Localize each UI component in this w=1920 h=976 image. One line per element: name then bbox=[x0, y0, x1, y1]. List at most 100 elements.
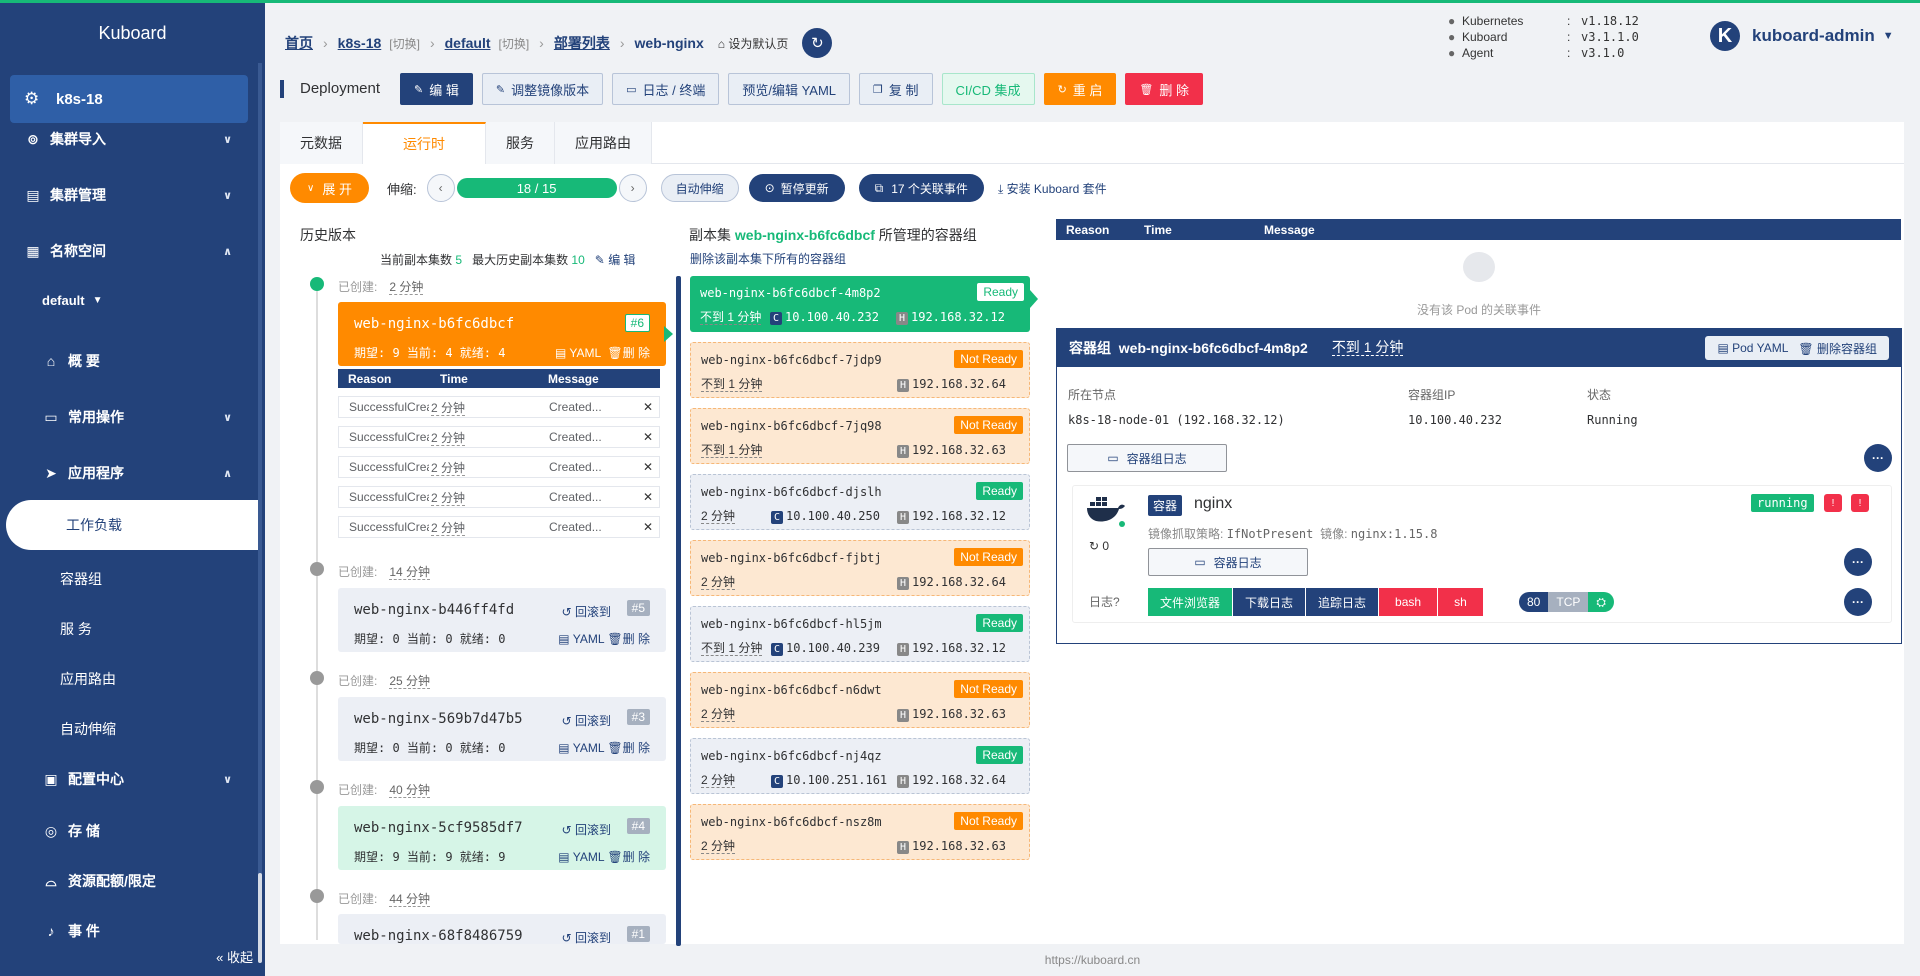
replicaset-card[interactable]: web-nginx-b6fc6dbcf #6 期望: 9 当前: 4 就绪: 4… bbox=[338, 302, 666, 366]
logs-terminal-button[interactable]: ▭ 日志 / 终端 bbox=[612, 73, 720, 105]
namespace-selector[interactable]: default ▼ bbox=[0, 285, 260, 315]
container-logs-button[interactable]: ▭ 容器日志 bbox=[1148, 548, 1308, 576]
install-suite-link[interactable]: ⤓ 安装 Kuboard 套件 bbox=[998, 180, 1107, 197]
sh-button[interactable]: sh bbox=[1437, 588, 1483, 616]
sidebar-item-applications[interactable]: ➤ 应用程序 ∧ bbox=[0, 451, 260, 495]
rollback-link[interactable]: ↺ 回滚到 bbox=[562, 712, 611, 729]
footer-link[interactable]: https://kuboard.cn bbox=[265, 944, 1920, 976]
switch-cluster-link[interactable]: [切换] bbox=[389, 35, 420, 52]
expand-button[interactable]: ∨ 展 开 bbox=[290, 173, 369, 203]
rollback-link[interactable]: ↺ 回滚到 bbox=[562, 603, 611, 620]
sidebar-item-storage[interactable]: ◎ 存 储 bbox=[0, 809, 260, 853]
sidebar-item-workloads[interactable]: 工作负载 bbox=[6, 500, 259, 550]
sidebar-scrollbar[interactable] bbox=[258, 63, 262, 963]
scale-up-button[interactable]: › bbox=[618, 174, 647, 202]
autoscale-button[interactable]: 自动伸缩 bbox=[660, 174, 739, 202]
pod-card[interactable]: web-nginx-b6fc6dbcf-fjbtj Not Ready 2 分钟 H 1… bbox=[690, 540, 1030, 596]
replicaset-card[interactable]: web-nginx-569b7d47b5 ↺ 回滚到 #3 期望: 0 当前: … bbox=[338, 697, 666, 761]
close-icon[interactable]: ✕ bbox=[639, 400, 657, 414]
close-icon[interactable]: ✕ bbox=[639, 430, 657, 444]
more-button[interactable]: ··· bbox=[1864, 444, 1892, 472]
yaml-link[interactable]: ▤ YAML bbox=[558, 850, 604, 864]
pod-logs-button[interactable]: ▭ 容器组日志 bbox=[1067, 444, 1227, 472]
sidebar-item-common-ops[interactable]: ▭ 常用操作 ∨ bbox=[0, 395, 260, 439]
yaml-link[interactable]: ▤ YAML bbox=[558, 741, 604, 755]
host-ip-value: 192.168.32.63 bbox=[912, 707, 1006, 721]
delete-all-pods-link[interactable]: 删除该副本集下所有的容器组 bbox=[690, 250, 846, 267]
pause-update-button[interactable]: ⊙ 暂停更新 bbox=[748, 174, 845, 202]
sidebar-item-ingress[interactable]: 应用路由 bbox=[0, 659, 260, 699]
tab-runtime[interactable]: 运行时 bbox=[363, 122, 486, 164]
sidebar-item-autoscale[interactable]: 自动伸缩 bbox=[0, 709, 260, 749]
delete-link[interactable]: 🗑删 除 bbox=[607, 850, 650, 864]
yaml-link[interactable]: ▤ YAML bbox=[558, 632, 604, 646]
adjust-image-button[interactable]: ✎ 调整镜像版本 bbox=[481, 73, 604, 105]
alert-icon[interactable]: ! bbox=[1851, 494, 1869, 512]
sidebar-item-cluster-import[interactable]: ⊚ 集群导入 ∨ bbox=[0, 117, 260, 161]
pod-age: 不到 1 分钟 bbox=[1331, 339, 1404, 356]
switch-namespace-link[interactable]: [切换] bbox=[499, 35, 530, 52]
breadcrumb-cluster[interactable]: k8s-18 bbox=[338, 35, 382, 51]
user-menu[interactable]: Kkuboard-admin ▼ bbox=[1710, 21, 1894, 51]
alert-icon[interactable]: ! bbox=[1824, 494, 1842, 512]
copy-button[interactable]: ❐ 复 制 bbox=[859, 73, 933, 105]
pod-card[interactable]: web-nginx-b6fc6dbcf-nsz8m Not Ready 2 分钟 H 1… bbox=[690, 804, 1030, 860]
delete-pod-button[interactable]: 🗑 删除容器组 bbox=[1798, 340, 1877, 357]
collapse-button[interactable]: « 收起 bbox=[216, 947, 253, 966]
set-default-page[interactable]: ⌂ 设为默认页 bbox=[718, 35, 789, 52]
replicaset-card[interactable]: web-nginx-b446ff4fd ↺ 回滚到 #5 期望: 0 当前: 0… bbox=[338, 588, 666, 652]
related-events-button[interactable]: ⧉ 17 个关联事件 bbox=[858, 174, 984, 202]
replicaset-card[interactable]: web-nginx-5cf9585df7 ↺ 回滚到 #4 期望: 9 当前: … bbox=[338, 806, 666, 870]
more-button[interactable]: ··· bbox=[1844, 588, 1872, 616]
pod-card[interactable]: web-nginx-b6fc6dbcf-djslh Ready 2 分钟 C 10.10… bbox=[690, 474, 1030, 530]
sidebar-item-services[interactable]: 服 务 bbox=[0, 609, 260, 649]
sidebar-item-pods[interactable]: 容器组 bbox=[0, 559, 260, 599]
sidebar-item-overview[interactable]: ⌂ 概 要 bbox=[0, 339, 260, 383]
pod-card[interactable]: web-nginx-b6fc6dbcf-7jdp9 Not Ready 不到 1 分… bbox=[690, 342, 1030, 398]
pod-card[interactable]: web-nginx-b6fc6dbcf-nj4qz Ready 2 分钟 C 10.10… bbox=[690, 738, 1030, 794]
tab-metadata[interactable]: 元数据 bbox=[280, 122, 363, 164]
more-button[interactable]: ··· bbox=[1844, 548, 1872, 576]
sidebar-item-cluster-manage[interactable]: ▤ 集群管理 ∨ bbox=[0, 173, 260, 217]
close-icon[interactable]: ✕ bbox=[639, 520, 657, 534]
close-icon[interactable]: ✕ bbox=[639, 460, 657, 474]
delete-link[interactable]: 🗑删 除 bbox=[607, 346, 650, 360]
pod-card[interactable]: web-nginx-b6fc6dbcf-7jq98 Not Ready 不到 1 分… bbox=[690, 408, 1030, 464]
delete-button[interactable]: 🗑 删 除 bbox=[1125, 73, 1203, 105]
scrollbar-thumb[interactable] bbox=[258, 873, 262, 963]
port-badge[interactable]: 80 TCP ⛭ bbox=[1519, 592, 1614, 612]
follow-log-button[interactable]: 追踪日志 bbox=[1305, 588, 1379, 616]
rollback-link[interactable]: ↺ 回滚到 bbox=[562, 929, 611, 944]
yaml-button[interactable]: 预览/编辑 YAML bbox=[728, 73, 851, 105]
pod-card[interactable]: web-nginx-b6fc6dbcf-n6dwt Not Ready 2 分钟 H 1… bbox=[690, 672, 1030, 728]
current-cluster[interactable]: ⚙ k8s-18 bbox=[10, 75, 248, 123]
sidebar-item-namespace[interactable]: ▦ 名称空间 ∧ bbox=[0, 229, 260, 273]
replicaset-card[interactable]: web-nginx-68f8486759 ↺ 回滚到 #1 bbox=[338, 914, 666, 944]
scale-down-button[interactable]: ‹ bbox=[426, 174, 455, 202]
tab-ingress[interactable]: 应用路由 bbox=[555, 122, 652, 164]
restart-button[interactable]: ↻ 重 启 bbox=[1043, 73, 1117, 105]
breadcrumb-deployments[interactable]: 部署列表 bbox=[554, 33, 610, 53]
edit-button[interactable]: ✎ 编 辑 bbox=[400, 73, 473, 105]
breadcrumb-namespace[interactable]: default bbox=[445, 35, 491, 51]
close-icon[interactable]: ✕ bbox=[639, 490, 657, 504]
edit-history-link[interactable]: ✎ 编 辑 bbox=[595, 253, 636, 267]
delete-link[interactable]: 🗑删 除 bbox=[607, 741, 650, 755]
pod-list-scrollbar[interactable] bbox=[676, 276, 681, 946]
tab-services[interactable]: 服务 bbox=[486, 122, 555, 164]
refresh-button[interactable]: ↻ bbox=[802, 28, 833, 58]
pod-yaml-button[interactable]: ▤ Pod YAML bbox=[1717, 341, 1788, 355]
bash-button[interactable]: bash bbox=[1378, 588, 1438, 616]
sidebar-item-config[interactable]: ▣ 配置中心 ∨ bbox=[0, 757, 260, 801]
download-log-button[interactable]: 下载日志 bbox=[1232, 588, 1306, 616]
rollback-link[interactable]: ↺ 回滚到 bbox=[562, 821, 611, 838]
sidebar-item-quota[interactable]: ⌓ 资源配额/限定 bbox=[0, 859, 260, 903]
breadcrumb-home[interactable]: 首页 bbox=[285, 33, 313, 53]
cicd-button[interactable]: CI/CD 集成 bbox=[941, 73, 1035, 105]
pod-card[interactable]: web-nginx-b6fc6dbcf-4m8p2 Ready 不到 1 分钟 C 10… bbox=[690, 276, 1030, 332]
replica-count[interactable]: 18 / 15 bbox=[456, 178, 617, 198]
file-browser-button[interactable]: 文件浏览器 bbox=[1148, 588, 1233, 616]
pod-card[interactable]: web-nginx-b6fc6dbcf-hl5jm Ready 不到 1 分钟 C 10… bbox=[690, 606, 1030, 662]
yaml-link[interactable]: ▤ YAML bbox=[555, 346, 601, 360]
delete-link[interactable]: 🗑删 除 bbox=[607, 632, 650, 646]
